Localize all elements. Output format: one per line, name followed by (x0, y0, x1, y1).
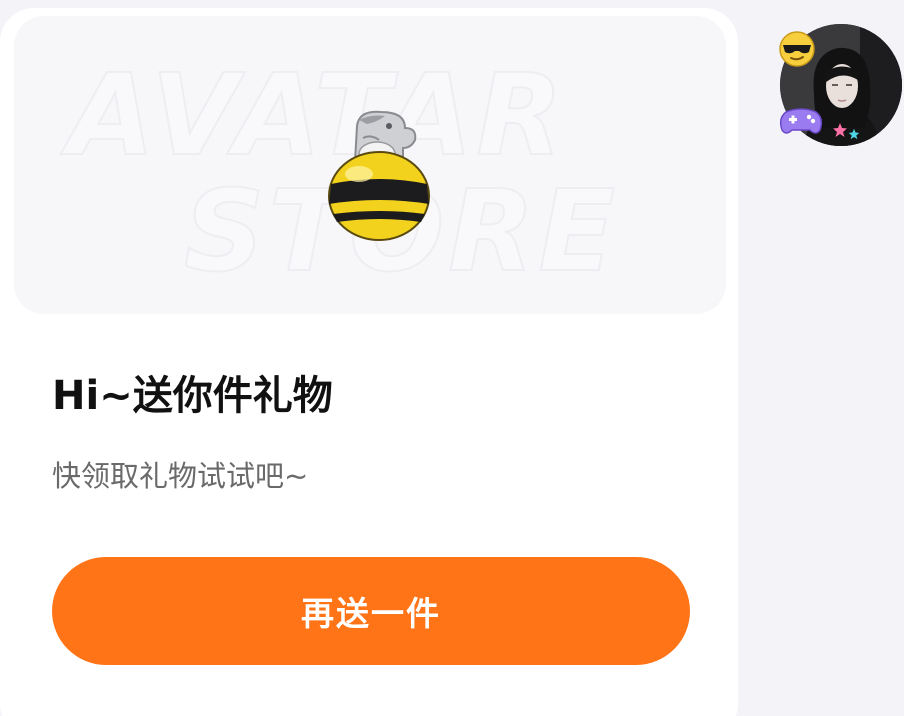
bee-figure-icon (328, 110, 430, 241)
star-icon (848, 128, 860, 140)
gift-subtitle: 快领取礼物试试吧~ (52, 459, 309, 493)
gift-card: AVATAR STORE Hi~送你件礼物 快领取礼物试试吧~ 再送一件 (0, 8, 738, 716)
gamepad-icon (779, 108, 823, 134)
user-avatar[interactable] (770, 18, 904, 152)
star-icon (833, 123, 847, 137)
send-another-button[interactable]: 再送一件 (52, 557, 690, 665)
sunglasses-emoji-icon (779, 31, 815, 67)
banner-watermark-avatar: AVATAR (67, 51, 567, 181)
avatar-store-banner: AVATAR STORE (14, 16, 726, 314)
gift-title: Hi~送你件礼物 (52, 373, 333, 419)
gift-dialog-screen: AVATAR STORE Hi~送你件礼物 快领取礼物试试吧~ 再送一件 (0, 0, 904, 716)
